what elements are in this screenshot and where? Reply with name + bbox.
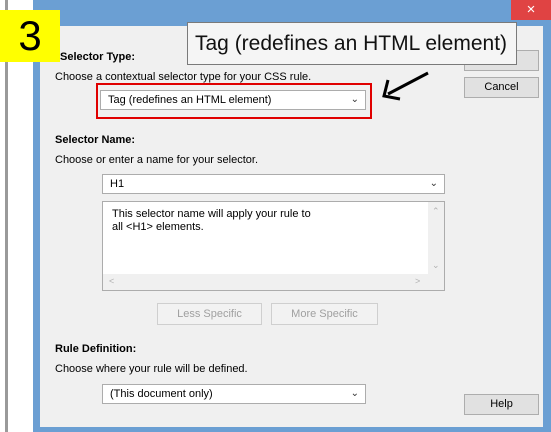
background-edge <box>0 0 33 432</box>
less-specific-label: Less Specific <box>177 308 242 320</box>
highlight-box <box>96 83 372 119</box>
selector-info-box[interactable]: This selector name will apply your rule … <box>102 201 445 291</box>
zoom-callout-text: Tag (redefines an HTML element) <box>195 32 508 55</box>
selector-name-heading: Selector Name: <box>55 134 136 146</box>
selector-type-heading: Selector Type: <box>60 51 135 63</box>
scroll-up-icon[interactable]: ⌃ <box>432 206 440 217</box>
rule-definition-description: Choose where your rule will be defined. <box>55 363 248 375</box>
cancel-button[interactable]: Cancel <box>464 77 539 98</box>
chevron-down-icon: ⌄ <box>429 178 438 189</box>
selector-info-text: This selector name will apply your rule … <box>112 208 311 234</box>
scroll-down-icon[interactable]: ⌄ <box>432 260 440 271</box>
close-icon: × <box>526 1 536 18</box>
less-specific-button[interactable]: Less Specific <box>157 303 262 325</box>
close-button[interactable]: × <box>511 0 551 20</box>
arrow-pointer-icon <box>382 71 429 101</box>
scroll-right-icon[interactable]: > <box>415 276 420 286</box>
edge-strip <box>5 0 8 432</box>
rule-definition-dropdown[interactable]: (This document only) ⌄ <box>102 384 366 404</box>
info-line-1: This selector name will apply your rule … <box>112 208 311 220</box>
scroll-left-icon[interactable]: < <box>109 276 114 286</box>
selector-name-value: H1 <box>110 178 125 190</box>
help-button[interactable]: Help <box>464 394 539 415</box>
horizontal-scrollbar[interactable]: < > <box>103 274 444 290</box>
selector-name-description: Choose or enter a name for your selector… <box>55 154 258 166</box>
zoom-callout: Tag (redefines an HTML element) <box>187 22 517 65</box>
help-label: Help <box>490 398 513 410</box>
selector-name-combobox[interactable]: H1 ⌄ <box>102 174 445 194</box>
rule-definition-heading: Rule Definition: <box>55 343 137 355</box>
step-number: 3 <box>18 12 42 59</box>
cancel-label: Cancel <box>484 81 519 93</box>
selector-type-description: Choose a contextual selector type for yo… <box>55 71 312 83</box>
rule-definition-value: (This document only) <box>110 388 213 400</box>
step-number-badge: 3 <box>0 10 60 62</box>
vertical-scrollbar[interactable]: ⌃ ⌄ <box>428 202 444 275</box>
more-specific-label: More Specific <box>291 308 358 320</box>
info-line-2: all <H1> elements. <box>112 221 204 233</box>
chevron-down-icon: ⌄ <box>350 388 359 399</box>
scrollbar-corner <box>428 274 444 290</box>
more-specific-button[interactable]: More Specific <box>271 303 378 325</box>
